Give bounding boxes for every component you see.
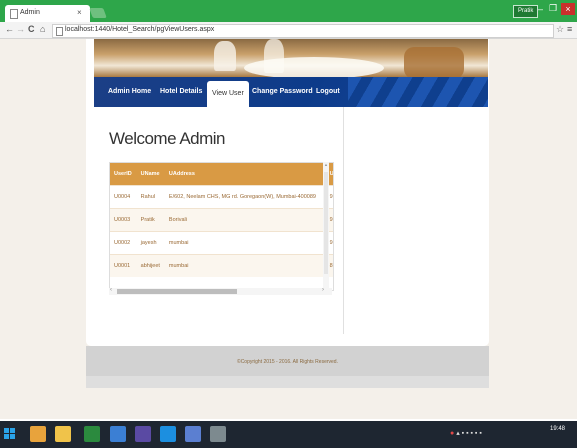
tab-title: Admin	[20, 9, 40, 16]
app-icon[interactable]	[185, 426, 201, 442]
tray-icons[interactable]: ▴ ▪ ▪ ▪ ▪ ▪	[456, 430, 482, 437]
site-container: Admin Home Hotel Details View User Chang…	[86, 39, 489, 346]
maximize-icon[interactable]: ❐	[549, 3, 557, 14]
clock[interactable]: 19:48	[550, 426, 565, 432]
nav-change-password[interactable]: Change Password	[252, 77, 313, 107]
grid-vertical-scrollbar[interactable]: ▲	[323, 162, 329, 289]
footer-bottom-bar	[86, 376, 489, 388]
table-row[interactable]: U0003 Pratik Borivali 9	[110, 208, 333, 232]
cell-uaddress: E/602, Neelam CHS, MG rd. Goregaon(W), M…	[164, 185, 326, 209]
tab-close-icon[interactable]: ×	[77, 8, 82, 17]
grid-header-row: UserID UName UAddress U	[110, 163, 333, 186]
browser-titlebar: Admin × Pratik – ❐ ×	[0, 0, 577, 22]
network-icon[interactable]: ●	[450, 430, 454, 437]
cell-uname: Rahul	[136, 185, 165, 209]
copyright-text: ©Copyright 2015 - 2016. All Rights Reser…	[237, 359, 338, 365]
page-icon	[10, 9, 18, 19]
vertical-scroll-thumb[interactable]	[324, 172, 328, 274]
cell-uname: jayesh	[136, 231, 165, 255]
nav-logout[interactable]: Logout	[316, 77, 340, 107]
scroll-left-icon[interactable]: ‹	[110, 287, 112, 293]
profile-badge[interactable]: Pratik	[513, 5, 539, 18]
col-header-uaddress: UAddress	[164, 163, 326, 186]
windows-start-icon[interactable]	[4, 428, 16, 440]
window-close-icon[interactable]: ×	[561, 3, 575, 15]
col-header-userid: UserID	[110, 163, 137, 186]
col-header-uname: UName	[136, 163, 165, 186]
nav-view-user[interactable]: View User	[207, 81, 249, 107]
page-info-icon[interactable]	[56, 27, 63, 36]
chrome-taskbar-icon[interactable]	[30, 426, 46, 442]
scroll-up-icon[interactable]: ▲	[323, 162, 329, 167]
cell-uaddress: mumbai	[164, 254, 326, 277]
grid-horizontal-scrollbar[interactable]: ‹ ›	[109, 287, 332, 295]
home-icon[interactable]: ⌂	[40, 24, 45, 34]
hotel-banner-image	[94, 39, 488, 77]
cell-userid: U0004	[110, 185, 137, 209]
skype-icon[interactable]	[160, 426, 176, 442]
page-title: Welcome Admin	[109, 129, 226, 148]
table-row[interactable]: U0002 jayesh mumbai 9	[110, 231, 333, 255]
cell-uname: Pratik	[136, 208, 165, 232]
right-sidebar	[343, 107, 489, 334]
cell-uaddress: Borivali	[164, 208, 326, 232]
browser-menu-icon[interactable]: ≡	[567, 24, 572, 34]
system-tray[interactable]: ● ▴ ▪ ▪ ▪ ▪ ▪	[450, 429, 482, 437]
nav-hotel-details[interactable]: Hotel Details	[160, 77, 202, 107]
main-nav: Admin Home Hotel Details View User Chang…	[94, 77, 488, 107]
site-footer: ©Copyright 2015 - 2016. All Rights Reser…	[86, 346, 489, 376]
app-icon[interactable]	[110, 426, 126, 442]
cell-userid: U0002	[110, 231, 137, 255]
url-field[interactable]: localhost:1440/Hotel_Search/pgViewUsers.…	[52, 24, 554, 38]
new-tab-button[interactable]	[89, 8, 107, 18]
cell-userid: U0001	[110, 254, 137, 277]
cell-userid: U0003	[110, 208, 137, 232]
users-grid: UserID UName UAddress U U0004 Rahul E/60…	[109, 162, 334, 291]
table-row[interactable]: U0001 abhijeet mumbai 8	[110, 254, 333, 277]
nav-admin-home[interactable]: Admin Home	[108, 77, 151, 107]
scroll-right-icon[interactable]: ›	[322, 287, 324, 293]
reload-icon[interactable]: C	[28, 24, 35, 34]
minimize-icon[interactable]: –	[538, 4, 543, 14]
table-row[interactable]: U0004 Rahul E/602, Neelam CHS, MG rd. Go…	[110, 185, 333, 209]
back-icon[interactable]: ←	[5, 24, 14, 34]
forward-icon[interactable]: →	[16, 24, 25, 34]
app-icon[interactable]	[210, 426, 226, 442]
app-icon[interactable]	[84, 426, 100, 442]
cell-uname: abhijeet	[136, 254, 165, 277]
page-background: Admin Home Hotel Details View User Chang…	[0, 39, 577, 419]
visual-studio-icon[interactable]	[135, 426, 151, 442]
file-explorer-icon[interactable]	[55, 426, 71, 442]
windows-taskbar: ● ▴ ▪ ▪ ▪ ▪ ▪ 19:48	[0, 421, 577, 448]
main-content: Welcome Admin UserID UName UAddress U U0…	[94, 107, 342, 334]
cell-uaddress: mumbai	[164, 231, 326, 255]
address-bar-row: ← → C ⌂ localhost:1440/Hotel_Search/pgVi…	[0, 22, 577, 39]
horizontal-scroll-thumb[interactable]	[117, 289, 237, 294]
bookmark-star-icon[interactable]: ☆	[556, 24, 564, 35]
url-text: localhost:1440/Hotel_Search/pgViewUsers.…	[65, 26, 215, 33]
browser-tab[interactable]: Admin ×	[5, 5, 90, 22]
